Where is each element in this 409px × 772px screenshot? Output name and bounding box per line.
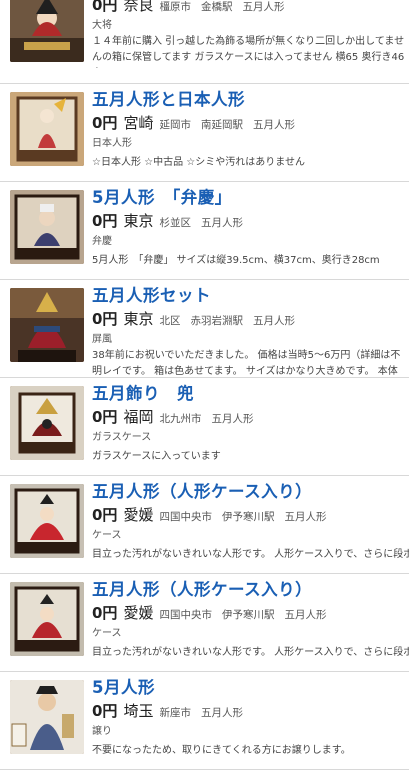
subtitle: 弁慶 (92, 236, 112, 247)
price: 0円 (92, 310, 118, 328)
prefecture: 埼玉 (123, 702, 154, 720)
description: 目立った汚れがないきれいな人形です。 人形ケース入りで、さらに段ボ (92, 549, 409, 560)
city: 橿原市 (159, 1, 191, 13)
listing-thumbnail[interactable] (10, 582, 84, 656)
station: 金橋駅 (200, 1, 233, 13)
description: ☆日本人形 ☆中古品 ☆シミや汚れはありません (92, 157, 305, 168)
subtitle: ケース (92, 628, 122, 639)
listing-thumbnail[interactable] (10, 92, 84, 166)
prefecture: 福岡 (123, 408, 154, 426)
prefecture: 愛媛 (123, 506, 154, 524)
price: 0円 (92, 408, 118, 426)
city: 新座市 (159, 707, 191, 719)
list-item[interactable]: 5月人形 「弁慶」 0円 東京 杉並区 五月人形 弁慶 5月人形 「弁慶」 サイ… (0, 182, 409, 280)
description: 不要になったため、取りにきてくれる方にお譲りします。 (92, 745, 351, 756)
subtitle: 日本人形 (92, 138, 132, 149)
subtitle: 大将 (92, 20, 112, 31)
listing-title[interactable]: 5月人形 「弁慶」 (92, 186, 409, 210)
list-item[interactable]: 5月人形 0円 埼玉 新座市 五月人形 譲り 不要になったため、取りにきてくれる… (0, 672, 409, 770)
listing-thumbnail[interactable] (10, 190, 84, 264)
list-item[interactable]: 五月飾り 兜 0円 福岡 北九州市 五月人形 ガラスケース ガラスケースに入って… (0, 378, 409, 476)
listing-thumbnail[interactable] (10, 680, 84, 754)
list-item[interactable]: 五月人形セット 0円 東京 北区 赤羽岩淵駅 五月人形 屏風 38年前にお祝いで… (0, 280, 409, 378)
subtitle: ガラスケース (92, 432, 152, 443)
listing-list: 0円 奈良 橿原市 金橋駅 五月人形 大将 １４年前に購入 引っ越した為飾る場所… (0, 0, 409, 770)
category: 五月人形 (252, 315, 295, 327)
list-item[interactable]: 五月人形（人形ケース入り） 0円 愛媛 四国中央市 伊予寒川駅 五月人形 ケース… (0, 476, 409, 574)
city: 四国中央市 (159, 609, 212, 621)
listing-title[interactable]: 五月人形セット (92, 284, 409, 308)
listing-title[interactable]: 五月人形（人形ケース入り） (92, 578, 409, 602)
description: 5月人形 「弁慶」 サイズは縦39.5cm、横37cm、奥行き28cm (92, 255, 380, 266)
prefecture: 奈良 (123, 0, 154, 14)
listing-title[interactable]: 五月人形（人形ケース入り） (92, 480, 409, 504)
station: 伊予寒川駅 (221, 511, 275, 523)
list-item[interactable]: 五月人形（人形ケース入り） 0円 愛媛 四国中央市 伊予寒川駅 五月人形 ケース… (0, 574, 409, 672)
city: 四国中央市 (159, 511, 212, 523)
category: 五月人形 (284, 609, 327, 621)
description: 目立った汚れがないきれいな人形です。 人形ケース入りで、さらに段ボ (92, 647, 409, 658)
subtitle: ケース (92, 530, 122, 541)
price: 0円 (92, 506, 118, 524)
price: 0円 (92, 114, 118, 132)
listing-title[interactable]: 五月飾り 兜 (92, 382, 409, 406)
listing-title[interactable]: 5月人形 (92, 676, 409, 700)
listing-title[interactable]: 五月人形と日本人形 (92, 88, 409, 112)
city: 杉並区 (159, 217, 191, 229)
listing-thumbnail[interactable] (10, 484, 84, 558)
listing-thumbnail[interactable] (10, 0, 84, 62)
list-item[interactable]: 0円 奈良 橿原市 金橋駅 五月人形 大将 １４年前に購入 引っ越した為飾る場所… (0, 0, 409, 84)
prefecture: 宮崎 (123, 114, 154, 132)
description: １４年前に購入 引っ越した為飾る場所が無くなり二回しか出してませんの箱に保管して… (92, 36, 405, 63)
description: ガラスケースに入っています (92, 451, 221, 462)
prefecture: 愛媛 (123, 604, 154, 622)
description: 38年前にお祝いでいただきました。 価格は当時5～6万円（詳細は不明レイです。 … (92, 350, 401, 377)
price: 0円 (92, 212, 118, 230)
list-item[interactable]: 五月人形と日本人形 0円 宮崎 延岡市 南延岡駅 五月人形 日本人形 ☆日本人形… (0, 84, 409, 182)
prefecture: 東京 (123, 310, 154, 328)
city: 北区 (159, 315, 181, 327)
prefecture: 東京 (123, 212, 154, 230)
category: 五月人形 (252, 119, 295, 131)
price: 0円 (92, 702, 118, 720)
subtitle: 屏風 (92, 334, 112, 345)
station: 南延岡駅 (200, 119, 243, 131)
station: 赤羽岩淵駅 (190, 315, 243, 327)
listing-thumbnail[interactable] (10, 386, 84, 460)
category: 五月人形 (242, 1, 285, 13)
subtitle: 譲り (92, 726, 112, 737)
category: 五月人形 (284, 511, 327, 523)
category: 五月人形 (200, 217, 243, 229)
price: 0円 (92, 604, 118, 622)
city: 延岡市 (159, 119, 191, 131)
price: 0円 (92, 0, 118, 14)
category: 五月人形 (200, 707, 243, 719)
listing-thumbnail[interactable] (10, 288, 84, 362)
category: 五月人形 (211, 413, 254, 425)
station: 伊予寒川駅 (221, 609, 275, 621)
city: 北九州市 (159, 413, 202, 425)
